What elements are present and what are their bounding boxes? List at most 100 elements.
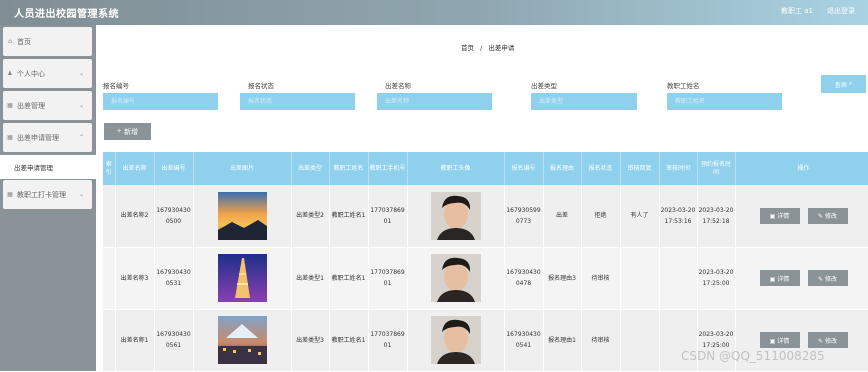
cell-phone: 17703786901 — [368, 185, 408, 248]
submenu-trip-applications[interactable]: 出差申请管理 — [0, 155, 96, 179]
col-trip-no: 出差编号 — [154, 152, 194, 185]
breadcrumb-home[interactable]: 首页 — [461, 44, 474, 52]
sidebar-item-checkin[interactable]: ▦ 教职工打卡管理 ⌄ — [3, 180, 92, 209]
chevron-up-icon: ⌃ — [78, 134, 84, 141]
cell-reason: 出差 — [543, 185, 582, 248]
breadcrumb-current: 出差申请 — [488, 44, 515, 52]
cell-tname: 教职工姓名1 — [329, 309, 369, 372]
edit-label: 修改 — [824, 337, 837, 345]
top-bar: 人员进出校园管理系统 教职工 a1 退出登录 — [0, 0, 868, 25]
logout-link[interactable]: 退出登录 — [827, 6, 855, 16]
sidebar-item-label: 出差申请管理 — [17, 133, 59, 142]
col-review-time: 审核时间 — [659, 152, 698, 185]
cell-regtime: 2023-03-20 17:52:18 — [697, 185, 736, 248]
grid-icon: ▦ — [7, 191, 13, 198]
detail-label: 详情 — [777, 213, 790, 221]
trip-image — [217, 191, 267, 240]
filter-label-status: 报名状态 — [248, 82, 274, 90]
app-title: 人员进出校园管理系统 — [14, 9, 119, 20]
trip-image — [217, 254, 267, 302]
col-teacher-phone: 教职工手机号 — [368, 152, 408, 185]
edit-icon: ✎ — [818, 337, 825, 345]
filter-regno-input[interactable] — [103, 93, 218, 110]
cell-teacher-avatar — [407, 309, 505, 372]
col-trip-type: 出差类型 — [291, 152, 330, 185]
sidebar-item-label: 教职工打卡管理 — [17, 190, 66, 199]
col-status: 报名状态 — [581, 152, 621, 185]
filter-label-regno: 报名编号 — [103, 82, 129, 90]
edit-button[interactable]: ✎ 修改 — [807, 207, 848, 224]
cell-tname: 教职工姓名1 — [329, 247, 369, 310]
detail-label: 详情 — [777, 275, 790, 283]
add-button[interactable]: + 新增 — [104, 123, 151, 140]
filter-label-trip-type: 出差类型 — [531, 82, 557, 90]
cell-reply: 有人了 — [620, 185, 660, 248]
teacher-avatar — [430, 191, 481, 240]
cell-status: 拒绝 — [581, 185, 621, 248]
cell-actions: ▣ 详情 ✎ 修改 — [735, 247, 868, 310]
chevron-down-icon: ⌄ — [78, 102, 84, 109]
trip-image — [217, 316, 267, 364]
cell-trip-image — [193, 185, 292, 248]
cell-idx — [103, 247, 116, 310]
cell-reply — [620, 309, 660, 372]
cell-idx — [103, 309, 116, 372]
filter-status-input[interactable] — [240, 93, 355, 110]
cell-type: 出差类型2 — [291, 185, 330, 248]
col-index: 索引 — [103, 152, 116, 185]
plus-icon: + — [116, 128, 122, 135]
edit-button[interactable]: ✎ 修改 — [807, 270, 848, 286]
grid-icon: ▦ — [7, 134, 13, 141]
cell-status: 待审核 — [581, 247, 621, 310]
cell-type: 出差类型1 — [291, 247, 330, 310]
cell-regno: 1679305990773 — [504, 185, 544, 248]
cell-phone: 17703786901 — [368, 247, 408, 310]
cell-teacher-avatar — [407, 247, 505, 310]
cell-trip-image — [193, 247, 292, 310]
col-teacher-avatar: 教职工头像 — [407, 152, 505, 185]
cell-no: 1679304300500 — [154, 185, 194, 248]
table-row: 出差名称2 1679304300500 出差类型2 教职工姓名1 17703786901… — [103, 185, 868, 248]
chevron-down-icon: ⌄ — [78, 191, 84, 198]
filter-trip-type-input[interactable] — [531, 93, 637, 110]
cell-name: 出差名称3 — [115, 247, 155, 310]
cell-no: 1679304300561 — [154, 309, 194, 372]
sidebar-item-trip-applications[interactable]: ▦ 出差申请管理 ⌃ — [3, 123, 92, 152]
search-icon: ⌕ — [848, 80, 853, 87]
add-label: 新增 — [124, 128, 139, 136]
home-icon: ⌂ — [8, 38, 12, 45]
detail-label: 详情 — [777, 337, 790, 345]
cell-phone: 17703786901 — [368, 309, 408, 372]
chevron-down-icon: ⌄ — [78, 70, 84, 77]
teacher-avatar — [430, 316, 481, 364]
cell-no: 1679304300531 — [154, 247, 194, 310]
cell-trip-image — [193, 309, 292, 372]
edit-button[interactable]: ✎ 修改 — [807, 332, 848, 348]
current-user[interactable]: 教职工 a1 — [781, 6, 813, 16]
sidebar-item-label: 个人中心 — [17, 69, 45, 78]
col-reg-no: 报名编号 — [504, 152, 544, 185]
breadcrumb: 首页 / 出差申请 — [461, 42, 514, 52]
table-row: 出差名称3 1679304300531 出差类型1 教职工姓名1 17703786901… — [103, 247, 868, 310]
col-reason: 报名理由 — [543, 152, 582, 185]
detail-button[interactable]: ▣ 详情 — [759, 270, 800, 286]
filter-label-trip-name: 出差名称 — [385, 82, 411, 90]
search-button[interactable]: 查询 ⌕ — [821, 75, 866, 93]
cell-reason: 报名理由3 — [543, 247, 582, 310]
user-icon: ♟ — [7, 70, 13, 77]
sidebar-item-trips[interactable]: ▦ 出差管理 ⌄ — [3, 91, 92, 120]
filter-teacher-name-input[interactable] — [667, 93, 782, 110]
cell-type: 出差类型3 — [291, 309, 330, 372]
sidebar-item-label: 首页 — [17, 37, 31, 46]
cell-regno: 1679304300478 — [504, 247, 544, 310]
cell-status: 待审核 — [581, 309, 621, 372]
filter-trip-name-input[interactable] — [377, 93, 492, 110]
col-actions: 操作 — [735, 152, 868, 185]
sidebar-item-label: 出差管理 — [17, 101, 45, 110]
applications-table: 索引 出差名称 出差编号 出差图片 出差类型 教职工姓名 教职工手机号 教职工头… — [103, 152, 868, 372]
col-reply: 审核回复 — [620, 152, 660, 185]
sidebar-item-home[interactable]: ⌂ 首页 — [3, 27, 92, 56]
detail-button[interactable]: ▣ 详情 — [759, 332, 800, 348]
detail-button[interactable]: ▣ 详情 — [759, 207, 800, 224]
sidebar-item-profile[interactable]: ♟ 个人中心 ⌄ — [3, 59, 92, 88]
